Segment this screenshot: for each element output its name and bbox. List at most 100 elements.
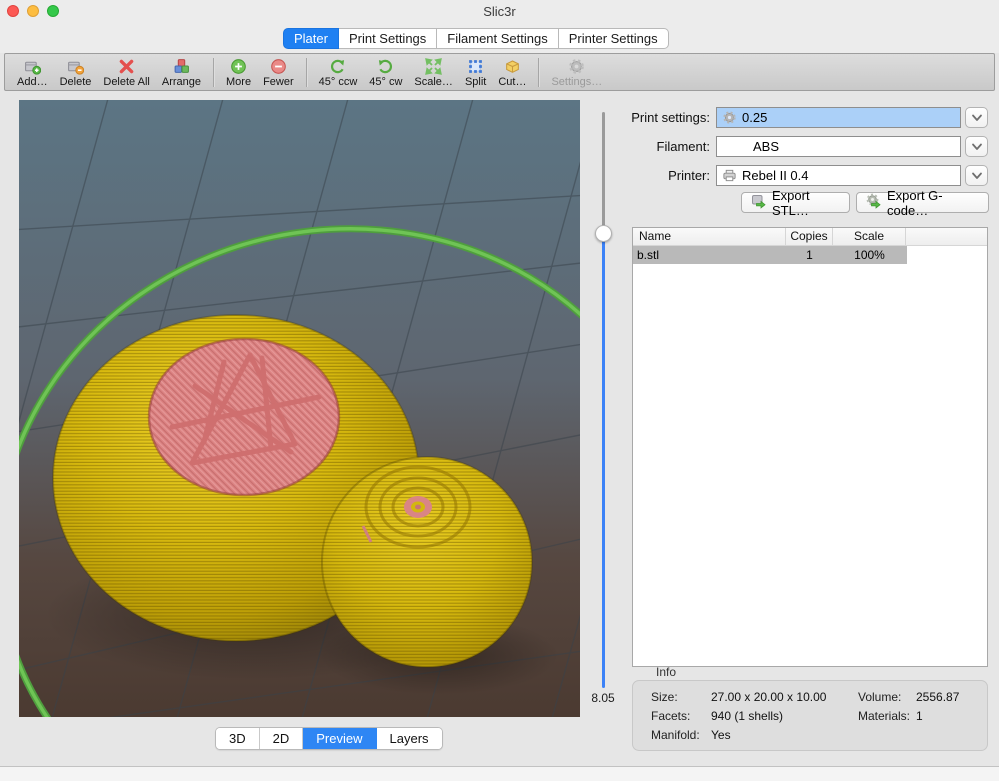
print-settings-label: Print settings: [614, 107, 710, 128]
filament-dropdown-button[interactable] [965, 136, 988, 157]
3d-viewport[interactable] [19, 100, 580, 717]
delete-button[interactable]: Delete [54, 57, 98, 88]
toolbar-label: 45° ccw [319, 76, 358, 88]
printer-dropdown-button[interactable] [965, 165, 988, 186]
more-button[interactable]: More [220, 57, 257, 88]
toolbar-label: 45° cw [369, 76, 402, 88]
column-header-copies[interactable]: Copies [786, 228, 833, 245]
add-button[interactable]: Add… [11, 57, 54, 88]
cut-box-icon [504, 58, 521, 75]
split-icon [467, 58, 484, 75]
delete-all-button[interactable]: Delete All [97, 57, 155, 88]
toolbar-label: Add… [17, 76, 48, 88]
size-label: Size: [651, 688, 711, 707]
window-bottom-edge [0, 766, 999, 781]
size-value: 27.00 x 20.00 x 10.00 [711, 688, 858, 707]
slider-value: 8.05 [585, 691, 621, 705]
delete-all-icon [118, 58, 135, 75]
manifold-label: Manifold: [651, 726, 711, 745]
window-title: Slic3r [0, 4, 999, 19]
column-header-scale[interactable]: Scale [833, 228, 906, 245]
rotate-cw-icon [377, 58, 394, 75]
toolbar-label: Delete All [103, 76, 149, 88]
object-list: Name Copies Scale b.stl 1 100% [632, 227, 988, 667]
materials-label: Materials: [858, 707, 916, 726]
toolbar-separator [306, 58, 307, 87]
export-gcode-button[interactable]: Export G-code… [856, 192, 989, 213]
filament-value: ABS [753, 137, 779, 156]
view-2d-button[interactable]: 2D [260, 728, 304, 749]
delete-box-icon [67, 58, 84, 75]
row-name: b.stl [633, 246, 786, 264]
toolbar-label: Settings… [551, 76, 602, 88]
layer-slider[interactable] [588, 100, 620, 717]
export-stl-button[interactable]: Export STL… [741, 192, 850, 213]
chevron-down-icon [971, 167, 983, 185]
tab-printer-settings[interactable]: Printer Settings [559, 28, 669, 49]
slider-track-upper[interactable] [602, 112, 605, 233]
tab-plater[interactable]: Plater [283, 28, 339, 49]
tab-filament-settings[interactable]: Filament Settings [437, 28, 558, 49]
slider-track-lower[interactable] [602, 233, 605, 688]
titlebar: Slic3r Plater Print Settings Filament Se… [0, 0, 999, 53]
view-3d-button[interactable]: 3D [216, 728, 260, 749]
filament-combo[interactable]: ABS [716, 136, 961, 157]
printer-icon [722, 168, 737, 183]
arrange-button[interactable]: Arrange [156, 57, 207, 88]
main-tabs: Plater Print Settings Filament Settings … [283, 28, 669, 49]
gcode-preview-scene [19, 100, 580, 717]
fewer-button[interactable]: Fewer [257, 57, 300, 88]
toolbar: Add… Delete Delete All Arrange [4, 53, 995, 91]
toolbar-separator [213, 58, 214, 87]
tab-print-settings[interactable]: Print Settings [339, 28, 437, 49]
filament-label: Filament: [614, 136, 710, 157]
toolbar-label: More [226, 76, 251, 88]
view-layers-button[interactable]: Layers [377, 728, 442, 749]
object-list-header: Name Copies Scale [633, 228, 987, 246]
view-preview-button[interactable]: Preview [303, 728, 376, 749]
volume-value: 2556.87 [916, 688, 987, 707]
toolbar-label: Split [465, 76, 486, 88]
scale-button[interactable]: Scale… [408, 57, 459, 88]
toolbar-label: Scale… [414, 76, 453, 88]
printer-label: Printer: [614, 165, 710, 186]
view-switcher: 3D 2D Preview Layers [215, 727, 443, 750]
scale-arrows-icon [425, 58, 442, 75]
table-row[interactable]: b.stl 1 100% [633, 246, 907, 264]
rotate-ccw-button[interactable]: 45° ccw [313, 57, 364, 88]
facets-label: Facets: [651, 707, 711, 726]
chevron-down-icon [971, 138, 983, 156]
toolbar-label: Cut… [498, 76, 526, 88]
more-plus-icon [230, 58, 247, 75]
add-box-icon [24, 58, 41, 75]
gear-icon [722, 110, 737, 125]
settings-button[interactable]: Settings… [545, 57, 608, 88]
toolbar-label: Arrange [162, 76, 201, 88]
split-button[interactable]: Split [459, 57, 492, 88]
info-section-title: Info [656, 665, 676, 679]
chevron-down-icon [971, 109, 983, 127]
fewer-minus-icon [270, 58, 287, 75]
manifold-value: Yes [711, 726, 858, 745]
settings-gear-icon [568, 58, 585, 75]
volume-label: Volume: [858, 688, 916, 707]
toolbar-separator [538, 58, 539, 87]
toolbar-label: Fewer [263, 76, 294, 88]
column-header-name[interactable]: Name [633, 228, 786, 245]
print-settings-value: 0.25 [742, 108, 767, 127]
export-stl-label: Export STL… [772, 188, 840, 218]
cut-button[interactable]: Cut… [492, 57, 532, 88]
facets-value: 940 (1 shells) [711, 707, 858, 726]
printer-combo[interactable]: Rebel II 0.4 [716, 165, 961, 186]
slider-thumb[interactable] [595, 225, 612, 242]
toolbar-label: Delete [60, 76, 92, 88]
export-gcode-label: Export G-code… [887, 188, 979, 218]
row-scale: 100% [833, 246, 906, 264]
print-settings-combo[interactable]: 0.25 [716, 107, 961, 128]
export-gcode-icon [866, 193, 882, 212]
print-settings-dropdown-button[interactable] [965, 107, 988, 128]
rotate-ccw-icon [329, 58, 346, 75]
printer-value: Rebel II 0.4 [742, 166, 809, 185]
rotate-cw-button[interactable]: 45° cw [363, 57, 408, 88]
materials-value: 1 [916, 707, 987, 726]
